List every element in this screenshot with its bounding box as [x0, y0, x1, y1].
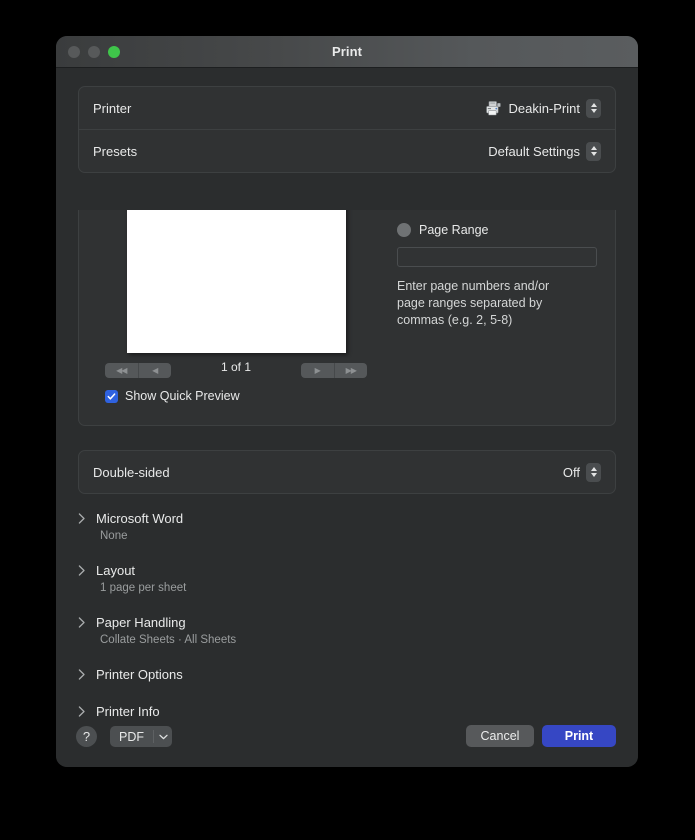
print-dialog-window: Print Printer	[56, 36, 638, 767]
chevron-updown-icon[interactable]	[586, 99, 601, 118]
show-quick-preview-checkbox[interactable]	[105, 390, 118, 403]
cancel-button[interactable]: Cancel	[466, 725, 534, 747]
show-quick-preview-label: Show Quick Preview	[125, 389, 240, 403]
pdf-button-label[interactable]: PDF	[110, 726, 153, 747]
page-range-hint: Enter page numbers and/or page ranges se…	[397, 278, 573, 329]
section-subtitle: None	[100, 530, 614, 542]
section-subtitle: Collate Sheets · All Sheets	[100, 634, 614, 646]
preview-group: ◀◀ ◀ 1 of 1 ▶ ▶▶	[78, 210, 616, 426]
presets-value: Default Settings	[488, 144, 580, 159]
first-page-button[interactable]: ◀◀	[105, 363, 138, 378]
presets-label: Presets	[93, 144, 137, 159]
chevron-updown-icon[interactable]	[586, 142, 601, 161]
printer-row[interactable]: Printer	[79, 87, 615, 129]
printer-settings-group: Printer	[78, 86, 616, 173]
page-nav-forward-segment[interactable]: ▶ ▶▶	[301, 363, 367, 378]
dialog-body: Printer	[56, 68, 638, 767]
double-sided-popup-button[interactable]: Off	[563, 463, 601, 482]
section-title: Microsoft Word	[96, 511, 183, 526]
page-navigation: ◀◀ ◀ 1 of 1 ▶ ▶▶	[105, 363, 405, 379]
printer-label: Printer	[93, 101, 131, 116]
double-sided-label: Double-sided	[93, 465, 170, 480]
section-title: Layout	[96, 563, 135, 578]
printer-popup-button[interactable]: Deakin-Print	[485, 99, 601, 118]
show-quick-preview-row[interactable]: Show Quick Preview	[105, 389, 240, 403]
section-header[interactable]: Layout	[78, 562, 614, 579]
options-section-list: Microsoft Word None Layout 1 page per sh…	[78, 510, 614, 720]
page-preview-thumbnail	[127, 210, 346, 353]
presets-popup-button[interactable]: Default Settings	[488, 142, 601, 161]
double-sided-group: Double-sided Off	[78, 450, 616, 494]
chevron-right-icon	[78, 565, 86, 576]
page-range-input[interactable]	[397, 247, 597, 267]
section-layout[interactable]: Layout 1 page per sheet	[78, 562, 614, 594]
section-paper-handling[interactable]: Paper Handling Collate Sheets · All Shee…	[78, 614, 614, 646]
printer-icon	[485, 100, 502, 117]
printer-value: Deakin-Print	[508, 101, 580, 116]
pdf-split-button[interactable]: PDF	[110, 726, 172, 747]
chevron-right-icon	[78, 669, 86, 680]
dialog-footer: ? PDF Cancel Print	[56, 704, 638, 767]
page-range-row[interactable]: Page Range	[397, 223, 597, 237]
section-title: Paper Handling	[96, 615, 186, 630]
preview-scroll-pane[interactable]: ◀◀ ◀ 1 of 1 ▶ ▶▶	[56, 210, 638, 440]
chevron-right-icon	[78, 513, 86, 524]
window-title: Print	[56, 36, 638, 67]
page-range-column: Page Range Enter page numbers and/or pag…	[397, 223, 597, 329]
last-page-button[interactable]: ▶▶	[335, 363, 368, 378]
page-range-label: Page Range	[419, 223, 489, 237]
next-page-button[interactable]: ▶	[301, 363, 334, 378]
previous-page-button[interactable]: ◀	[139, 363, 172, 378]
section-header[interactable]: Paper Handling	[78, 614, 614, 631]
section-microsoft-word[interactable]: Microsoft Word None	[78, 510, 614, 542]
section-header[interactable]: Microsoft Word	[78, 510, 614, 527]
section-title: Printer Options	[96, 667, 183, 682]
page-count-label: 1 of 1	[171, 360, 301, 374]
chevron-updown-icon[interactable]	[586, 463, 601, 482]
page-range-radio[interactable]	[397, 223, 411, 237]
section-subtitle: 1 page per sheet	[100, 582, 614, 594]
print-button[interactable]: Print	[542, 725, 616, 747]
help-button[interactable]: ?	[76, 726, 97, 747]
double-sided-value: Off	[563, 465, 580, 480]
presets-row[interactable]: Presets Default Settings	[79, 129, 615, 172]
section-printer-options[interactable]: Printer Options	[78, 666, 614, 683]
window-titlebar: Print	[56, 36, 638, 68]
section-header[interactable]: Printer Options	[78, 666, 614, 683]
chevron-right-icon	[78, 617, 86, 628]
page-nav-back-segment[interactable]: ◀◀ ◀	[105, 363, 171, 378]
screen: Print Printer	[0, 0, 695, 840]
chevron-down-icon[interactable]	[154, 726, 172, 747]
double-sided-row[interactable]: Double-sided Off	[79, 451, 615, 493]
